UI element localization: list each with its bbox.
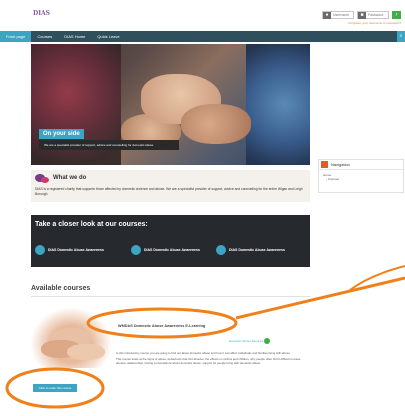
divider xyxy=(31,296,310,297)
showcase-course-label: DIAS Domestic Abuse Awareness xyxy=(144,248,200,252)
hero-banner: On your side We are a specialist provide… xyxy=(31,44,310,165)
leaf-icon xyxy=(263,338,270,344)
user-icon: ● xyxy=(323,11,331,19)
hero-subtitle: We are a specialist provider of support,… xyxy=(39,140,179,150)
navigation-block: Navigation Home › Courses xyxy=(318,159,404,193)
hero-image-hand xyxy=(181,104,251,144)
navigation-block-title: Navigation xyxy=(331,162,350,167)
courses-showcase: Take a closer look at our courses: DIAS … xyxy=(31,215,310,267)
what-we-do-section: What we do DIAS is a registered charity … xyxy=(31,170,310,202)
main-navbar: Front page Courses DIAS Home Quick Leave… xyxy=(0,31,405,42)
showcase-course-label: DIAS Domestic Abuse Awareness xyxy=(48,248,104,252)
site-header: DIAS ● ■ › Forgotten your username or pa… xyxy=(0,0,405,30)
showcase-course-label: DIAS Domestic Abuse Awareness xyxy=(229,248,285,252)
login-button[interactable]: › xyxy=(392,11,401,19)
annotation-arrow-curve xyxy=(349,265,405,291)
lock-icon: ■ xyxy=(358,11,366,19)
nav-dias-home[interactable]: DIAS Home xyxy=(58,31,91,42)
course-circle-icon xyxy=(216,245,226,255)
available-courses-title: Available courses xyxy=(31,285,91,292)
what-we-do-title: What we do xyxy=(53,175,87,181)
courses-showcase-title: Take a closer look at our courses: xyxy=(35,221,148,228)
username-field[interactable]: ● xyxy=(322,11,354,19)
nav-tree-courses[interactable]: › Courses xyxy=(323,177,399,181)
nav-courses[interactable]: Courses xyxy=(31,31,58,42)
course-description: In this introductory course you are goin… xyxy=(116,351,308,365)
navigation-icon xyxy=(321,161,328,168)
nav-tree-courses-label: Courses xyxy=(327,177,340,181)
course-image-hand xyxy=(67,344,105,360)
course-description-para: In this introductory course you are goin… xyxy=(116,351,291,355)
enter-course-button[interactable]: Click to enter this course xyxy=(33,384,77,392)
showcase-course-link[interactable]: DIAS Domestic Abuse Awareness xyxy=(131,245,200,255)
course-circle-icon xyxy=(35,245,45,255)
showcase-course-link[interactable]: DIAS Domestic Abuse Awareness xyxy=(35,245,104,255)
navigation-block-header[interactable]: Navigation xyxy=(319,160,403,170)
course-card: WMDAS Domestic Abuse Awareness E-Learnin… xyxy=(31,300,310,408)
showcase-course-link[interactable]: DIAS Domestic Abuse Awareness xyxy=(216,245,285,255)
hero-image-sleeve-right xyxy=(246,44,310,165)
forgot-password-link[interactable]: Forgotten your username or password? xyxy=(348,21,401,25)
what-we-do-text: DIAS is a registered charity that suppor… xyxy=(35,187,303,196)
login-form: ● ■ › xyxy=(322,11,401,19)
nav-front-page[interactable]: Front page xyxy=(0,31,32,42)
logo-text: DIAS xyxy=(33,10,50,17)
site-logo[interactable]: DIAS xyxy=(33,10,50,17)
course-provider-logo: Domestic Abuse Services xyxy=(229,338,270,344)
course-name-link[interactable]: WMDAS Domestic Abuse Awareness E-Learnin… xyxy=(118,324,205,328)
course-description-para: This course looks at the signs of abuse,… xyxy=(116,356,301,365)
course-image xyxy=(31,308,111,368)
speech-bubbles-icon xyxy=(35,174,49,184)
password-input[interactable] xyxy=(366,12,388,18)
course-logo-text: Domestic Abuse Services xyxy=(229,338,264,343)
nav-quick-leave[interactable]: Quick Leave xyxy=(91,31,125,42)
username-input[interactable] xyxy=(331,12,353,18)
navigation-block-body: Home › Courses xyxy=(319,170,403,184)
hero-title: On your side xyxy=(39,129,84,139)
course-circle-icon xyxy=(131,245,141,255)
password-field[interactable]: ■ xyxy=(357,11,389,19)
search-icon[interactable]: ⌕ xyxy=(397,31,405,42)
